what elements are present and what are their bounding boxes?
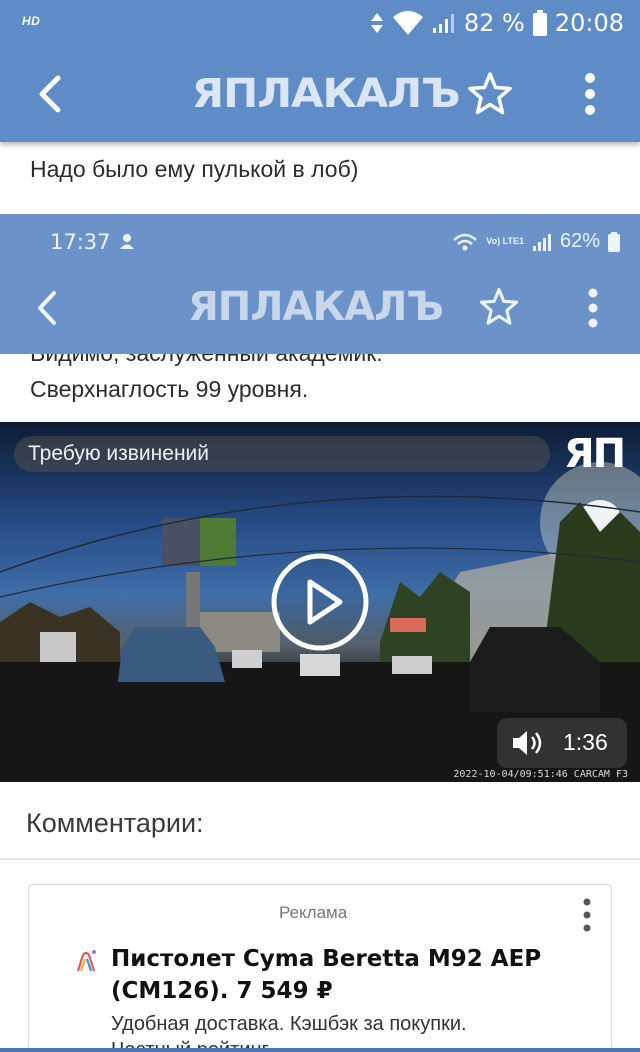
embedded-battery-icon (608, 231, 620, 252)
notification-icon (120, 234, 134, 249)
embedded-battery-percent: 62% (559, 230, 600, 252)
status-bar-right: 82 % 20:08 (370, 8, 624, 38)
ad-card[interactable]: Реклама Пистолет Cyma Beretta M92 AEP (C… (28, 884, 612, 1052)
favorite-star-icon[interactable] (466, 70, 514, 118)
back-chevron-icon[interactable] (30, 72, 74, 116)
battery-percent: 82 % (463, 9, 525, 37)
embedded-screenshot-header: 17:37 Vo) LTE1 62% ЯПЛАКАЛЪ (0, 214, 640, 354)
ad-label: Реклама (279, 903, 348, 922)
comments-heading: Комментарии: (26, 808, 204, 838)
video-site-badge: ЯП (563, 431, 626, 477)
volume-icon[interactable] (511, 729, 545, 757)
ad-brand-logo-icon (76, 950, 96, 972)
video-duration: 1:36 (563, 729, 608, 755)
volte-indicator: Vo) LTE1 (486, 236, 524, 246)
embedded-star-icon (479, 287, 519, 325)
embedded-clock: 17:37 (50, 230, 111, 254)
wifi-icon (392, 11, 423, 35)
battery-icon (532, 10, 547, 36)
ad-title[interactable]: Пистолет Cyma Beretta M92 AEP (CM126). 7… (111, 943, 571, 1007)
embedded-more-vertical-icon (588, 288, 598, 328)
status-clock: 20:08 (554, 9, 624, 37)
video-player[interactable]: Требую извинений ЯП 1:36 2022-10-04/09:5… (0, 422, 640, 782)
ad-description: Удобная доставка. Кэшбэк за покупки. (111, 1013, 467, 1035)
video-duration-box[interactable]: 1:36 (497, 718, 627, 768)
ad-more-vertical-icon[interactable] (577, 897, 597, 933)
divider (0, 858, 640, 860)
embedded-status-right: Vo) LTE1 62% (452, 230, 620, 253)
video-timestamp: 2022-10-04/09:51:46 CARCAM F3 (453, 769, 628, 780)
app-logo: ЯПЛАКАЛЪ (191, 71, 461, 117)
status-bar: HD 82 % 20:08 (0, 0, 640, 46)
embedded-back-chevron-icon (38, 291, 56, 325)
app-bar: ЯПЛАКАЛЪ (0, 46, 640, 142)
data-arrows-icon (370, 13, 383, 33)
video-title: Требую извинений (14, 436, 550, 472)
post-text: Надо было ему пулькой в лоб) (30, 156, 359, 182)
play-circle-icon[interactable] (270, 552, 370, 652)
signal-icon (432, 14, 454, 33)
embedded-text: Сверхнаглость 99 уровня. (30, 376, 309, 402)
embedded-signal-icon (532, 233, 551, 251)
more-vertical-icon[interactable] (572, 70, 608, 118)
embedded-app-logo: ЯПЛАКАЛЪ (188, 284, 444, 330)
embedded-wifi-icon (453, 233, 478, 250)
bottom-edge (0, 1048, 640, 1052)
hd-indicator: HD (22, 14, 41, 28)
